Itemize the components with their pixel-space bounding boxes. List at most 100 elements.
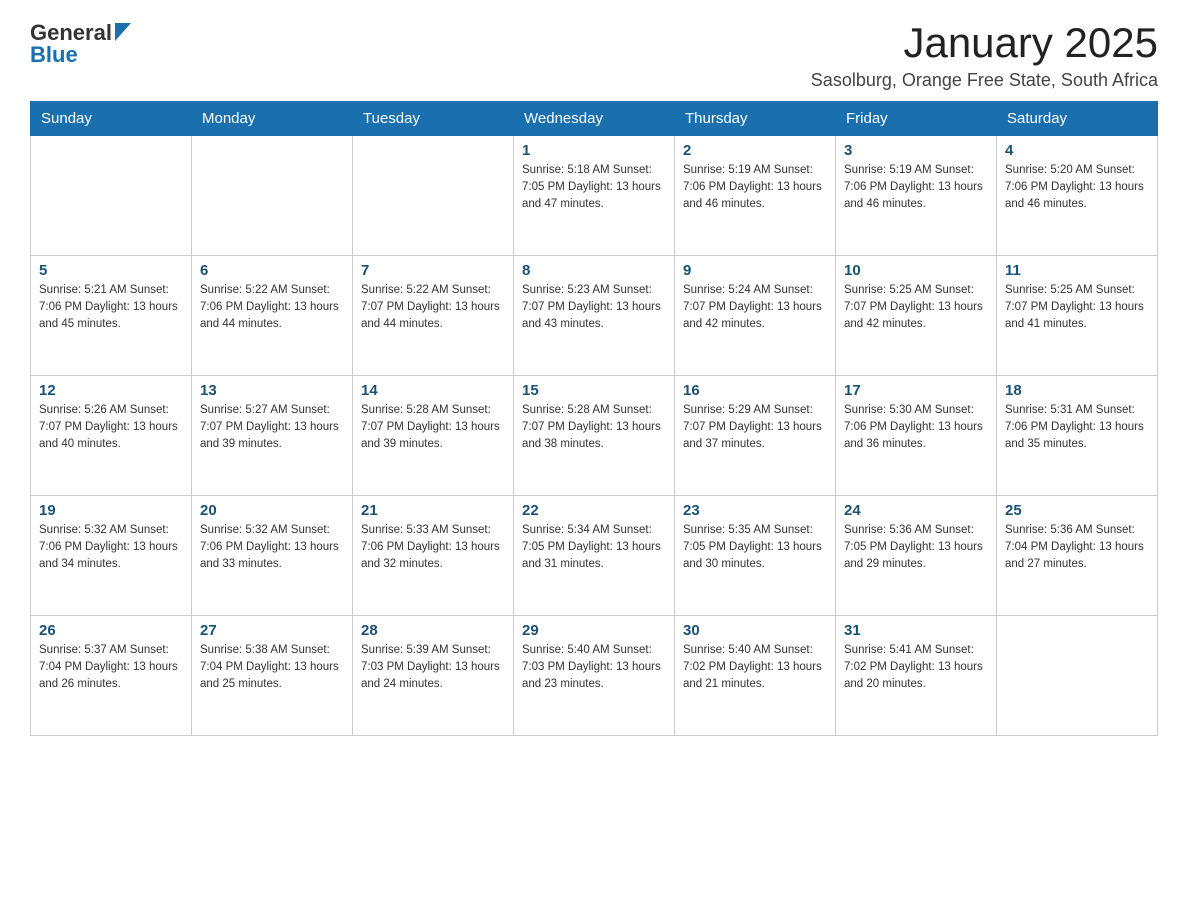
calendar-week-row: 12 Sunrise: 5:26 AM Sunset: 7:07 PM Dayli… — [31, 376, 1158, 496]
column-header-friday: Friday — [836, 102, 997, 136]
day-info: Sunrise: 5:30 AM Sunset: 7:06 PM Dayligh… — [844, 402, 988, 452]
calendar-cell: 29 Sunrise: 5:40 AM Sunset: 7:03 PM Dayli… — [514, 616, 675, 736]
day-info: Sunrise: 5:28 AM Sunset: 7:07 PM Dayligh… — [361, 402, 505, 452]
day-number: 14 — [361, 382, 505, 399]
day-info: Sunrise: 5:26 AM Sunset: 7:07 PM Dayligh… — [39, 402, 183, 452]
day-number: 13 — [200, 382, 344, 399]
calendar-cell: 14 Sunrise: 5:28 AM Sunset: 7:07 PM Dayli… — [353, 376, 514, 496]
calendar-cell: 30Sunrise: 5:40 AM Sunset: 7:02 PM Dayli… — [675, 616, 836, 736]
day-info: Sunrise: 5:40 AM Sunset: 7:03 PM Dayligh… — [522, 642, 666, 692]
day-number: 21 — [361, 502, 505, 519]
day-info: Sunrise: 5:19 AM Sunset: 7:06 PM Dayligh… — [683, 162, 827, 212]
column-header-saturday: Saturday — [997, 102, 1158, 136]
calendar-cell — [31, 136, 192, 256]
calendar-table: SundayMondayTuesdayWednesdayThursdayFrid… — [30, 101, 1158, 736]
calendar-cell: 24 Sunrise: 5:36 AM Sunset: 7:05 PM Dayli… — [836, 496, 997, 616]
calendar-cell: 5 Sunrise: 5:21 AM Sunset: 7:06 PM Daylig… — [31, 256, 192, 376]
calendar-cell: 19Sunrise: 5:32 AM Sunset: 7:06 PM Dayli… — [31, 496, 192, 616]
calendar-week-row: 26Sunrise: 5:37 AM Sunset: 7:04 PM Dayli… — [31, 616, 1158, 736]
day-number: 16 — [683, 382, 827, 399]
calendar-cell: 13 Sunrise: 5:27 AM Sunset: 7:07 PM Dayli… — [192, 376, 353, 496]
calendar-cell: 18Sunrise: 5:31 AM Sunset: 7:06 PM Dayli… — [997, 376, 1158, 496]
calendar-week-row: 5 Sunrise: 5:21 AM Sunset: 7:06 PM Daylig… — [31, 256, 1158, 376]
calendar-cell: 15 Sunrise: 5:28 AM Sunset: 7:07 PM Dayli… — [514, 376, 675, 496]
calendar-cell: 28 Sunrise: 5:39 AM Sunset: 7:03 PM Dayli… — [353, 616, 514, 736]
calendar-cell: 25 Sunrise: 5:36 AM Sunset: 7:04 PM Dayli… — [997, 496, 1158, 616]
day-number: 29 — [522, 622, 666, 639]
day-number: 26 — [39, 622, 183, 639]
day-number: 10 — [844, 262, 988, 279]
day-info: Sunrise: 5:36 AM Sunset: 7:05 PM Dayligh… — [844, 522, 988, 572]
day-number: 17 — [844, 382, 988, 399]
day-info: Sunrise: 5:32 AM Sunset: 7:06 PM Dayligh… — [200, 522, 344, 572]
calendar-cell: 17 Sunrise: 5:30 AM Sunset: 7:06 PM Dayli… — [836, 376, 997, 496]
day-info: Sunrise: 5:25 AM Sunset: 7:07 PM Dayligh… — [844, 282, 988, 332]
calendar-week-row: 19Sunrise: 5:32 AM Sunset: 7:06 PM Dayli… — [31, 496, 1158, 616]
calendar-cell: 26Sunrise: 5:37 AM Sunset: 7:04 PM Dayli… — [31, 616, 192, 736]
day-number: 2 — [683, 142, 827, 159]
day-number: 8 — [522, 262, 666, 279]
column-header-thursday: Thursday — [675, 102, 836, 136]
day-number: 15 — [522, 382, 666, 399]
title-section: January 2025 Sasolburg, Orange Free Stat… — [811, 20, 1158, 91]
day-info: Sunrise: 5:27 AM Sunset: 7:07 PM Dayligh… — [200, 402, 344, 452]
day-info: Sunrise: 5:23 AM Sunset: 7:07 PM Dayligh… — [522, 282, 666, 332]
day-info: Sunrise: 5:18 AM Sunset: 7:05 PM Dayligh… — [522, 162, 666, 212]
day-number: 23 — [683, 502, 827, 519]
calendar-cell: 2 Sunrise: 5:19 AM Sunset: 7:06 PM Daylig… — [675, 136, 836, 256]
calendar-cell: 4Sunrise: 5:20 AM Sunset: 7:06 PM Daylig… — [997, 136, 1158, 256]
day-number: 11 — [1005, 262, 1149, 279]
day-number: 3 — [844, 142, 988, 159]
calendar-cell: 3 Sunrise: 5:19 AM Sunset: 7:06 PM Daylig… — [836, 136, 997, 256]
day-info: Sunrise: 5:29 AM Sunset: 7:07 PM Dayligh… — [683, 402, 827, 452]
day-info: Sunrise: 5:19 AM Sunset: 7:06 PM Dayligh… — [844, 162, 988, 212]
day-info: Sunrise: 5:32 AM Sunset: 7:06 PM Dayligh… — [39, 522, 183, 572]
calendar-cell: 16 Sunrise: 5:29 AM Sunset: 7:07 PM Dayli… — [675, 376, 836, 496]
calendar-cell: 23 Sunrise: 5:35 AM Sunset: 7:05 PM Dayli… — [675, 496, 836, 616]
calendar-cell: 1 Sunrise: 5:18 AM Sunset: 7:05 PM Daylig… — [514, 136, 675, 256]
logo-blue-text: Blue — [30, 42, 78, 68]
calendar-header-row: SundayMondayTuesdayWednesdayThursdayFrid… — [31, 102, 1158, 136]
day-info: Sunrise: 5:20 AM Sunset: 7:06 PM Dayligh… — [1005, 162, 1149, 212]
column-header-monday: Monday — [192, 102, 353, 136]
day-number: 7 — [361, 262, 505, 279]
day-number: 28 — [361, 622, 505, 639]
day-number: 24 — [844, 502, 988, 519]
calendar-cell: 27Sunrise: 5:38 AM Sunset: 7:04 PM Dayli… — [192, 616, 353, 736]
day-number: 1 — [522, 142, 666, 159]
calendar-cell: 31 Sunrise: 5:41 AM Sunset: 7:02 PM Dayli… — [836, 616, 997, 736]
calendar-subtitle: Sasolburg, Orange Free State, South Afri… — [811, 70, 1158, 91]
calendar-cell: 6Sunrise: 5:22 AM Sunset: 7:06 PM Daylig… — [192, 256, 353, 376]
calendar-cell: 8 Sunrise: 5:23 AM Sunset: 7:07 PM Daylig… — [514, 256, 675, 376]
column-header-tuesday: Tuesday — [353, 102, 514, 136]
page-header: General Blue January 2025 Sasolburg, Ora… — [30, 20, 1158, 91]
day-info: Sunrise: 5:35 AM Sunset: 7:05 PM Dayligh… — [683, 522, 827, 572]
day-info: Sunrise: 5:40 AM Sunset: 7:02 PM Dayligh… — [683, 642, 827, 692]
calendar-cell: 12 Sunrise: 5:26 AM Sunset: 7:07 PM Dayli… — [31, 376, 192, 496]
calendar-cell: 7Sunrise: 5:22 AM Sunset: 7:07 PM Daylig… — [353, 256, 514, 376]
day-number: 31 — [844, 622, 988, 639]
day-info: Sunrise: 5:34 AM Sunset: 7:05 PM Dayligh… — [522, 522, 666, 572]
day-info: Sunrise: 5:21 AM Sunset: 7:06 PM Dayligh… — [39, 282, 183, 332]
logo: General Blue — [30, 20, 131, 68]
day-number: 12 — [39, 382, 183, 399]
day-number: 18 — [1005, 382, 1149, 399]
calendar-week-row: 1 Sunrise: 5:18 AM Sunset: 7:05 PM Daylig… — [31, 136, 1158, 256]
day-number: 25 — [1005, 502, 1149, 519]
day-info: Sunrise: 5:41 AM Sunset: 7:02 PM Dayligh… — [844, 642, 988, 692]
day-info: Sunrise: 5:36 AM Sunset: 7:04 PM Dayligh… — [1005, 522, 1149, 572]
calendar-cell — [997, 616, 1158, 736]
calendar-cell: 22 Sunrise: 5:34 AM Sunset: 7:05 PM Dayli… — [514, 496, 675, 616]
column-header-sunday: Sunday — [31, 102, 192, 136]
day-info: Sunrise: 5:24 AM Sunset: 7:07 PM Dayligh… — [683, 282, 827, 332]
day-info: Sunrise: 5:22 AM Sunset: 7:06 PM Dayligh… — [200, 282, 344, 332]
day-number: 5 — [39, 262, 183, 279]
day-info: Sunrise: 5:33 AM Sunset: 7:06 PM Dayligh… — [361, 522, 505, 572]
day-info: Sunrise: 5:28 AM Sunset: 7:07 PM Dayligh… — [522, 402, 666, 452]
calendar-cell: 11Sunrise: 5:25 AM Sunset: 7:07 PM Dayli… — [997, 256, 1158, 376]
day-number: 20 — [200, 502, 344, 519]
calendar-cell: 20 Sunrise: 5:32 AM Sunset: 7:06 PM Dayli… — [192, 496, 353, 616]
day-number: 9 — [683, 262, 827, 279]
day-number: 22 — [522, 502, 666, 519]
day-info: Sunrise: 5:39 AM Sunset: 7:03 PM Dayligh… — [361, 642, 505, 692]
